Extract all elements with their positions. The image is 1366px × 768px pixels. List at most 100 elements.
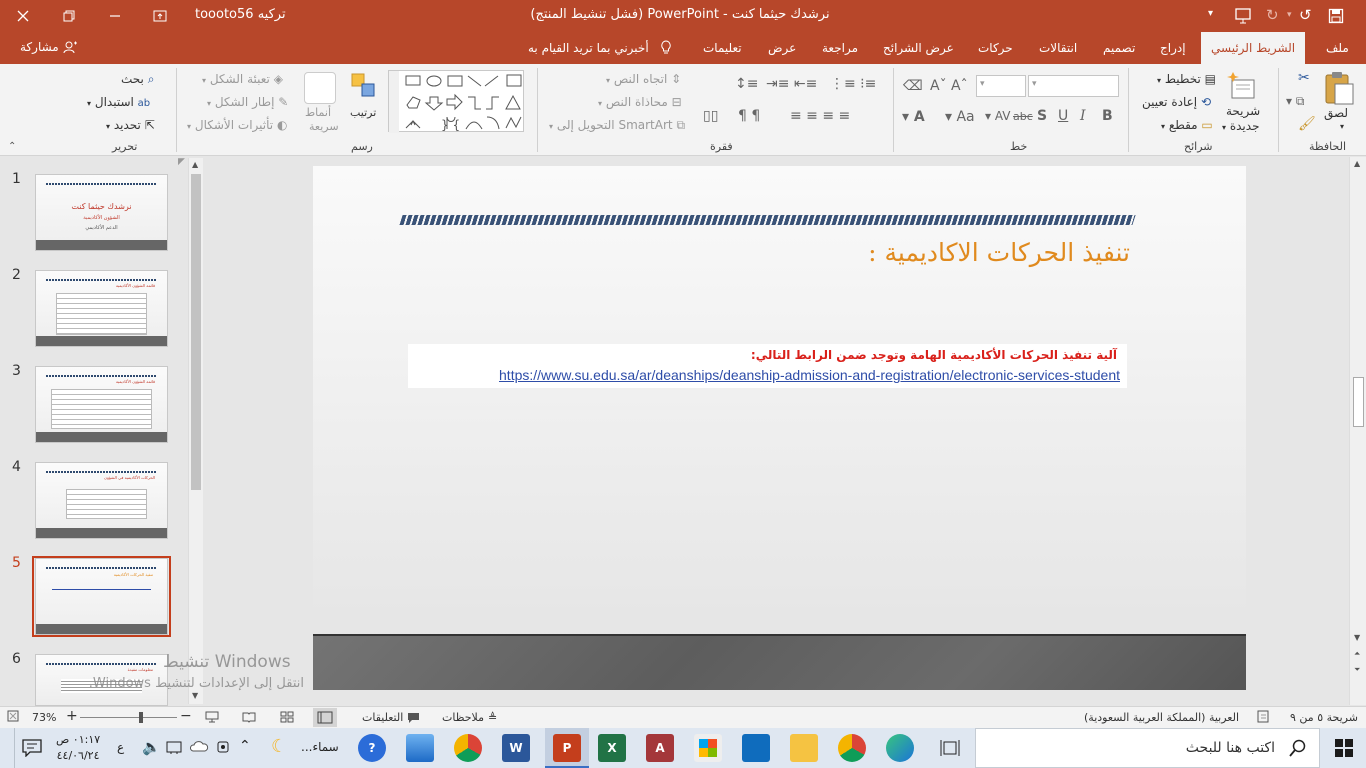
- tell-me-box[interactable]: أخبرني بما تريد القيام به: [528, 32, 649, 64]
- reset-button[interactable]: إعادة تعيين ⟲: [1142, 95, 1211, 109]
- paste-dropdown-icon[interactable]: ▾: [1340, 122, 1344, 131]
- tab-file[interactable]: ملف: [1326, 32, 1349, 64]
- next-slide-icon[interactable]: ⏷: [1354, 665, 1360, 675]
- text-direction-button[interactable]: ▾ اتجاه النص ⇕: [606, 72, 681, 86]
- shape-effects-button[interactable]: ▾ تأثيرات الأشكال ◐: [187, 118, 287, 132]
- zoom-out-icon[interactable]: −: [180, 708, 192, 724]
- zoom-slider-thumb[interactable]: [139, 712, 143, 723]
- tab-animations[interactable]: حركات: [978, 32, 1013, 64]
- slide-thumbnail-1[interactable]: نرشدك حيثما كنت الشؤون الأكاديمية الدعم …: [35, 174, 168, 251]
- slide-thumbnail-2[interactable]: قائمة الشؤون الأكاديمية: [35, 270, 168, 347]
- collapse-ribbon-icon[interactable]: ⌃: [8, 141, 16, 152]
- help-app-icon[interactable]: ?: [358, 734, 386, 762]
- volume-icon[interactable]: 🔈: [142, 738, 161, 756]
- font-color-icon[interactable]: ▾ A: [902, 109, 925, 125]
- section-button[interactable]: ▾ مقطع ▭: [1161, 118, 1213, 132]
- ribbon-display-button[interactable]: [140, 0, 180, 32]
- weather-widget[interactable]: سماء...: [301, 740, 339, 754]
- network-icon[interactable]: [166, 740, 182, 754]
- select-button[interactable]: ▾ تحديد ⇱: [106, 118, 155, 132]
- scroll-down-icon[interactable]: ▼: [1354, 633, 1360, 642]
- font-size-decrease-icon[interactable]: Aˇ Aˆ: [930, 78, 968, 94]
- slide-canvas[interactable]: تنفيذ الحركات الاكاديمية : آلية تنفيذ ال…: [313, 166, 1246, 690]
- tab-review[interactable]: مراجعة: [822, 32, 858, 64]
- excel-app-icon[interactable]: X: [598, 734, 626, 762]
- slide-sorter-icon[interactable]: [280, 711, 294, 723]
- clock[interactable]: ٠١:١٧ ص ٤٤/٠٦/٢٤: [56, 732, 100, 764]
- file-explorer-icon[interactable]: [790, 734, 818, 762]
- undo-icon[interactable]: ↺: [1299, 6, 1312, 24]
- find-button[interactable]: بحث ⌕: [121, 72, 154, 87]
- moon-icon[interactable]: ☾: [271, 736, 287, 757]
- content-box[interactable]: آلية تنفيذ الحركات الأكاديمية الهامة وتو…: [408, 344, 1127, 388]
- edge-app-icon[interactable]: [886, 734, 914, 762]
- chrome-app-icon[interactable]: [454, 734, 482, 762]
- smartart-button[interactable]: ▾ التحويل إلى SmartArt ⧉: [549, 118, 685, 133]
- tab-design[interactable]: تصميم: [1103, 32, 1135, 64]
- scroll-up-icon[interactable]: ▲: [1354, 159, 1360, 168]
- search-box[interactable]: اكتب هنا للبحث: [975, 728, 1320, 768]
- slide-thumbnail-3[interactable]: قائمة الشؤون الأكاديمية: [35, 366, 168, 443]
- comments-button[interactable]: التعليقات: [362, 711, 420, 724]
- clear-format-icon[interactable]: ⌫: [903, 78, 923, 94]
- copy-icon[interactable]: ▾ ⧉: [1286, 94, 1304, 109]
- present-icon[interactable]: [1234, 7, 1252, 25]
- align-icons[interactable]: ≡ ≡ ≡ ≡: [790, 108, 850, 124]
- fit-slide-icon[interactable]: [7, 710, 19, 722]
- start-button[interactable]: [1322, 728, 1366, 768]
- notification-icon[interactable]: [22, 739, 42, 757]
- quick-styles-icon[interactable]: [304, 72, 336, 104]
- slide-scrollbar[interactable]: ▲ ▼ ⏶ ⏷: [1349, 157, 1366, 705]
- slideshow-view-icon[interactable]: [205, 711, 219, 723]
- font-size-box[interactable]: ▾: [976, 75, 1026, 97]
- input-language[interactable]: ع: [117, 740, 124, 754]
- meet-now-icon[interactable]: [215, 739, 231, 755]
- slide-thumbnail-4[interactable]: الحركات الأكاديمية في الشؤون: [35, 462, 168, 539]
- shadow-icon[interactable]: S: [1037, 108, 1047, 124]
- show-hidden-icons[interactable]: ⌃: [239, 738, 251, 754]
- chrome-app-icon-2[interactable]: [838, 734, 866, 762]
- show-desktop-button[interactable]: [0, 728, 15, 768]
- mail-app-icon[interactable]: [742, 734, 770, 762]
- tab-slideshow[interactable]: عرض الشرائح: [883, 32, 954, 64]
- zoom-in-icon[interactable]: +: [66, 708, 78, 724]
- normal-view-button[interactable]: [313, 708, 337, 727]
- spelling-icon[interactable]: [1257, 710, 1271, 723]
- tab-insert[interactable]: إدراج: [1160, 32, 1186, 64]
- new-slide-icon[interactable]: [1227, 70, 1257, 102]
- restore-button[interactable]: [49, 0, 89, 32]
- access-app-icon[interactable]: A: [646, 734, 674, 762]
- zoom-slider[interactable]: [80, 717, 177, 718]
- underline-icon[interactable]: U: [1058, 108, 1068, 124]
- onedrive-icon[interactable]: [189, 740, 209, 752]
- scrollbar-thumb[interactable]: [1353, 377, 1364, 427]
- redo-icon[interactable]: ↻: [1266, 6, 1279, 24]
- indent-icon[interactable]: ⇥≡ ⇤≡: [766, 76, 817, 92]
- replace-button[interactable]: ▾ استبدال ab: [87, 95, 150, 109]
- slide-title[interactable]: تنفيذ الحركات الاكاديمية :: [868, 238, 1130, 267]
- powerpoint-taskbar-active[interactable]: P: [545, 728, 589, 768]
- tab-view[interactable]: عرض: [768, 32, 796, 64]
- thumbnail-scrollbar[interactable]: ▲ ▼: [188, 158, 203, 704]
- save-icon[interactable]: [1328, 8, 1344, 24]
- account-name[interactable]: toooto56 تركيه: [195, 7, 286, 22]
- scroll-down-icon[interactable]: ▼: [192, 691, 198, 700]
- columns-icon[interactable]: ▯▯: [703, 108, 718, 124]
- shape-outline-button[interactable]: ▾ إطار الشكل ✎: [207, 95, 288, 109]
- font-name-box[interactable]: ▾: [1028, 75, 1119, 97]
- word-app-icon[interactable]: W: [502, 734, 530, 762]
- cut-icon[interactable]: ✂: [1298, 70, 1310, 86]
- tab-help[interactable]: تعليمات: [703, 32, 742, 64]
- paragraph-direction-icon[interactable]: ¶ ¶: [738, 108, 760, 124]
- scrollbar-thumb[interactable]: [191, 174, 201, 490]
- tab-home[interactable]: الشريط الرئيسي: [1201, 32, 1306, 64]
- scroll-up-icon[interactable]: ▲: [192, 160, 198, 169]
- language-indicator[interactable]: العربية (المملكة العربية السعودية): [1084, 711, 1239, 724]
- redo-dropdown-icon[interactable]: ▾: [1287, 10, 1292, 20]
- pane-handle-icon[interactable]: ◤: [178, 157, 185, 167]
- bold-icon[interactable]: B: [1102, 108, 1113, 124]
- shape-fill-button[interactable]: ▾ تعبئة الشكل ◈: [202, 72, 283, 86]
- customize-qat-icon[interactable]: ▾: [1208, 8, 1213, 19]
- layout-button[interactable]: ▾ تخطيط ▤: [1157, 72, 1216, 86]
- strikethrough-icon[interactable]: abc: [1013, 110, 1033, 123]
